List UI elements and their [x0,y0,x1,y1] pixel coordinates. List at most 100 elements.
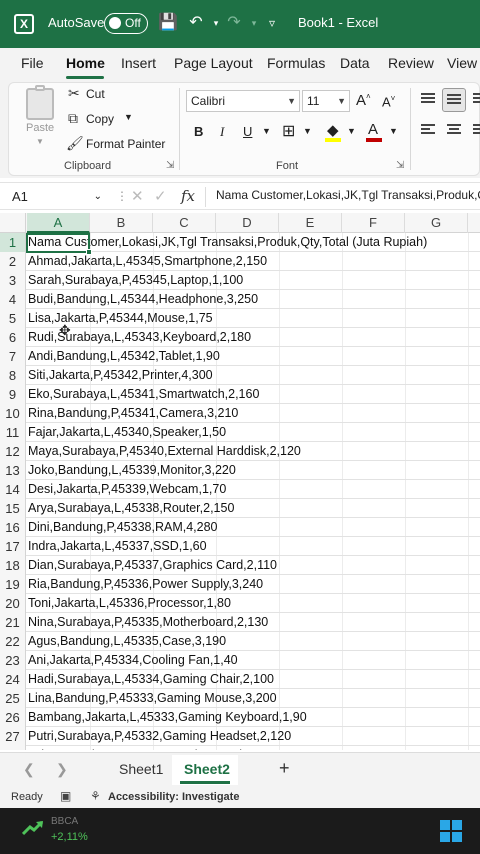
row-header[interactable]: 16 [0,518,26,537]
cell-a28[interactable]: Johan,Bandung,L,45332,Gaming Monitor,3,3… [28,746,291,750]
column-header-b[interactable]: B [90,213,153,233]
formula-input[interactable]: Nama Customer,Lokasi,JK,Tgl Transaksi,Pr… [216,188,480,202]
row-header[interactable]: 27 [0,727,26,746]
cell-a11[interactable]: Fajar,Jakarta,L,45340,Speaker,1,50 [28,423,226,442]
row-header[interactable]: 12 [0,442,26,461]
align-left-icon[interactable] [421,124,435,136]
row-header[interactable]: 8 [0,366,26,385]
row-header[interactable]: 6 [0,328,26,347]
font-size-dropdown[interactable]: 11 ▼ [302,90,350,112]
cell-a19[interactable]: Ria,Bandung,P,45336,Power Supply,3,240 [28,575,263,594]
row-header[interactable]: 14 [0,480,26,499]
row-header[interactable]: 18 [0,556,26,575]
paste-dropdown-icon[interactable]: ▼ [36,137,44,146]
column-header-e[interactable]: E [279,213,342,233]
row-header[interactable]: 2 [0,252,26,271]
row-header[interactable]: 25 [0,689,26,708]
row-header[interactable]: 9 [0,385,26,404]
windows-start-icon[interactable] [440,820,462,842]
row-header[interactable]: 15 [0,499,26,518]
cell-a16[interactable]: Dini,Bandung,P,45338,RAM,4,280 [28,518,218,537]
insert-function-button[interactable]: fx [181,187,195,205]
cell-a24[interactable]: Hadi,Surabaya,L,45334,Gaming Chair,2,100 [28,670,274,689]
align-right-icon[interactable] [473,124,480,136]
bold-button[interactable]: B [194,124,203,139]
align-bottom-icon[interactable] [473,93,480,105]
row-header[interactable]: 28 [0,746,26,750]
cell-a27[interactable]: Putri,Surabaya,P,45332,Gaming Headset,2,… [28,727,291,746]
cell-a26[interactable]: Bambang,Jakarta,L,45333,Gaming Keyboard,… [28,708,307,727]
row-header[interactable]: 7 [0,347,26,366]
sheet-tab-sheet2[interactable]: Sheet2 [184,761,230,777]
tab-page-layout[interactable]: Page Layout [174,55,253,71]
cell-a7[interactable]: Andi,Bandung,L,45342,Tablet,1,90 [28,347,220,366]
tab-file[interactable]: File [21,55,44,71]
accessibility-icon[interactable]: ⚘ [90,789,101,803]
row-header[interactable]: 20 [0,594,26,613]
row-header[interactable]: 22 [0,632,26,651]
cancel-icon[interactable]: ✕ [131,187,144,205]
tab-view[interactable]: View [447,55,477,71]
fill-color-dropdown-icon[interactable]: ▼ [347,126,356,136]
tab-insert[interactable]: Insert [121,55,156,71]
tab-data[interactable]: Data [340,55,370,71]
font-name-dropdown[interactable]: Calibri ▼ [186,90,300,112]
cell-a13[interactable]: Joko,Bandung,L,45339,Monitor,3,220 [28,461,236,480]
underline-button[interactable]: U [243,124,252,139]
column-header-f[interactable]: F [342,213,405,233]
cell-a3[interactable]: Sarah,Surabaya,P,45345,Laptop,1,100 [28,271,243,290]
column-header-d[interactable]: D [216,213,279,233]
tab-review[interactable]: Review [388,55,434,71]
save-icon[interactable]: 💾 [158,13,178,33]
borders-icon[interactable]: ⊞ [282,121,295,141]
row-header[interactable]: 5 [0,309,26,328]
cell-a10[interactable]: Rina,Bandung,P,45341,Camera,3,210 [28,404,238,423]
enter-icon[interactable]: ✓ [154,187,167,205]
font-color-dropdown-icon[interactable]: ▼ [389,126,398,136]
cell-a18[interactable]: Dian,Surabaya,P,45337,Graphics Card,2,11… [28,556,277,575]
copy-icon[interactable]: ⧉ [68,110,78,127]
cell-a20[interactable]: Toni,Jakarta,L,45336,Processor,1,80 [28,594,231,613]
cell-a14[interactable]: Desi,Jakarta,P,45339,Webcam,1,70 [28,480,226,499]
column-header-g[interactable]: G [405,213,468,233]
underline-dropdown-icon[interactable]: ▼ [262,126,271,136]
row-header[interactable]: 1 [0,233,26,252]
cell-a22[interactable]: Agus,Bandung,L,45335,Case,3,190 [28,632,226,651]
cell-a5[interactable]: Lisa,Jakarta,P,45344,Mouse,1,75 [28,309,213,328]
grow-font-button[interactable]: A˄ [356,92,371,109]
italic-button[interactable]: I [220,124,224,140]
tab-home[interactable]: Home [66,55,105,71]
paste-icon[interactable] [26,85,54,120]
sheet-tab-sheet1[interactable]: Sheet1 [119,761,163,777]
paste-button-label[interactable]: Paste [26,122,54,134]
row-header[interactable]: 24 [0,670,26,689]
customize-toolbar-icon[interactable]: ▿ [262,13,282,33]
column-header-a[interactable]: A [27,213,90,233]
tab-formulas[interactable]: Formulas [267,55,325,71]
column-header-c[interactable]: C [153,213,216,233]
add-sheet-button[interactable]: + [279,758,290,779]
undo-icon[interactable]: ↶ [186,13,206,33]
row-header[interactable]: 23 [0,651,26,670]
copy-dropdown-icon[interactable]: ▼ [124,112,133,122]
row-header[interactable]: 10 [0,404,26,423]
redo-dropdown-icon[interactable]: ▾ [244,13,264,33]
stock-trend-up-icon[interactable] [22,820,44,836]
fill-color-icon[interactable]: ◆ [327,121,339,139]
cell-a2[interactable]: Ahmad,Jakarta,L,45345,Smartphone,2,150 [28,252,267,271]
cell-a23[interactable]: Ani,Jakarta,P,45334,Cooling Fan,1,40 [28,651,238,670]
undo-dropdown-icon[interactable]: ▾ [206,13,226,33]
align-center-icon[interactable] [447,124,461,136]
workbook-statistics-icon[interactable]: ▣ [60,789,71,803]
cell-a21[interactable]: Nina,Surabaya,P,45335,Motherboard,2,130 [28,613,268,632]
align-top-icon[interactable] [421,93,435,105]
borders-dropdown-icon[interactable]: ▼ [303,126,312,136]
spreadsheet-grid[interactable]: A B C D E F G 1 Nama Customer,Lokasi,JK,T… [0,213,480,750]
cell-a25[interactable]: Lina,Bandung,P,45333,Gaming Mouse,3,200 [28,689,277,708]
row-header[interactable]: 13 [0,461,26,480]
align-middle-button[interactable] [442,88,466,112]
cell-a4[interactable]: Budi,Bandung,L,45344,Headphone,3,250 [28,290,258,309]
autosave-toggle[interactable]: Off [104,13,148,34]
cell-a9[interactable]: Eko,Surabaya,L,45341,Smartwatch,2,160 [28,385,259,404]
cut-button[interactable]: Cut [86,87,105,101]
